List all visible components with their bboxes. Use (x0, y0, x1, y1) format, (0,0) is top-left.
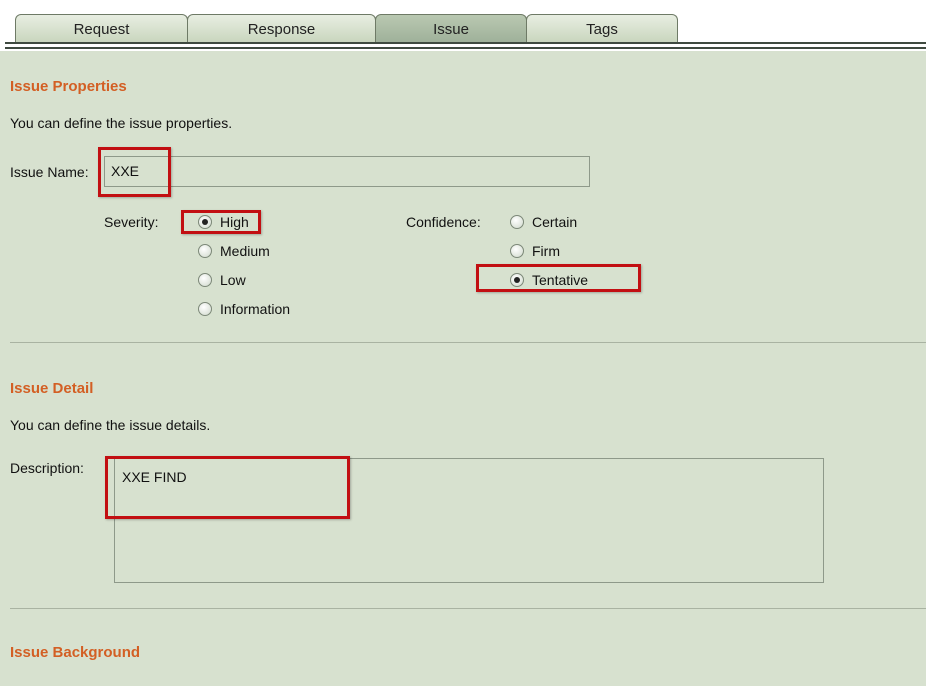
issue-background-title: Issue Background (10, 644, 141, 661)
tab-response[interactable]: Response (187, 14, 376, 42)
issue-detail-intro: You can define the issue details. (10, 417, 211, 433)
section-divider (10, 342, 926, 343)
tab-tags[interactable]: Tags (526, 14, 678, 42)
issue-properties-intro: You can define the issue properties. (10, 115, 233, 131)
severity-label-information: Information (220, 301, 291, 317)
tab-bar-border-bottom (5, 47, 926, 49)
highlight-confidence-tentative (476, 264, 641, 292)
severity-radio-low[interactable] (198, 273, 212, 287)
section-divider (10, 608, 926, 609)
confidence-label-firm: Firm (532, 243, 560, 259)
issue-detail-title: Issue Detail (10, 380, 94, 397)
issue-name-label: Issue Name: (10, 164, 89, 180)
confidence-radio-firm[interactable] (510, 244, 524, 258)
highlight-description (105, 456, 350, 519)
tab-request[interactable]: Request (15, 14, 188, 42)
issue-name-input[interactable]: XXE (104, 156, 590, 187)
severity-label-medium: Medium (220, 243, 270, 259)
severity-label: Severity: (104, 214, 159, 230)
severity-radio-medium[interactable] (198, 244, 212, 258)
tab-bar-border-top (5, 42, 926, 44)
confidence-label-certain: Certain (532, 214, 578, 230)
severity-label-low: Low (220, 272, 246, 288)
description-label: Description: (10, 460, 84, 476)
confidence-radio-certain[interactable] (510, 215, 524, 229)
tab-bar: Request Response Issue Tags (0, 0, 926, 51)
issue-properties-title: Issue Properties (10, 78, 127, 95)
severity-radio-information[interactable] (198, 302, 212, 316)
confidence-label: Confidence: (406, 214, 481, 230)
tab-issue[interactable]: Issue (375, 14, 527, 42)
highlight-issue-name (98, 147, 171, 197)
highlight-severity-high (181, 210, 261, 234)
